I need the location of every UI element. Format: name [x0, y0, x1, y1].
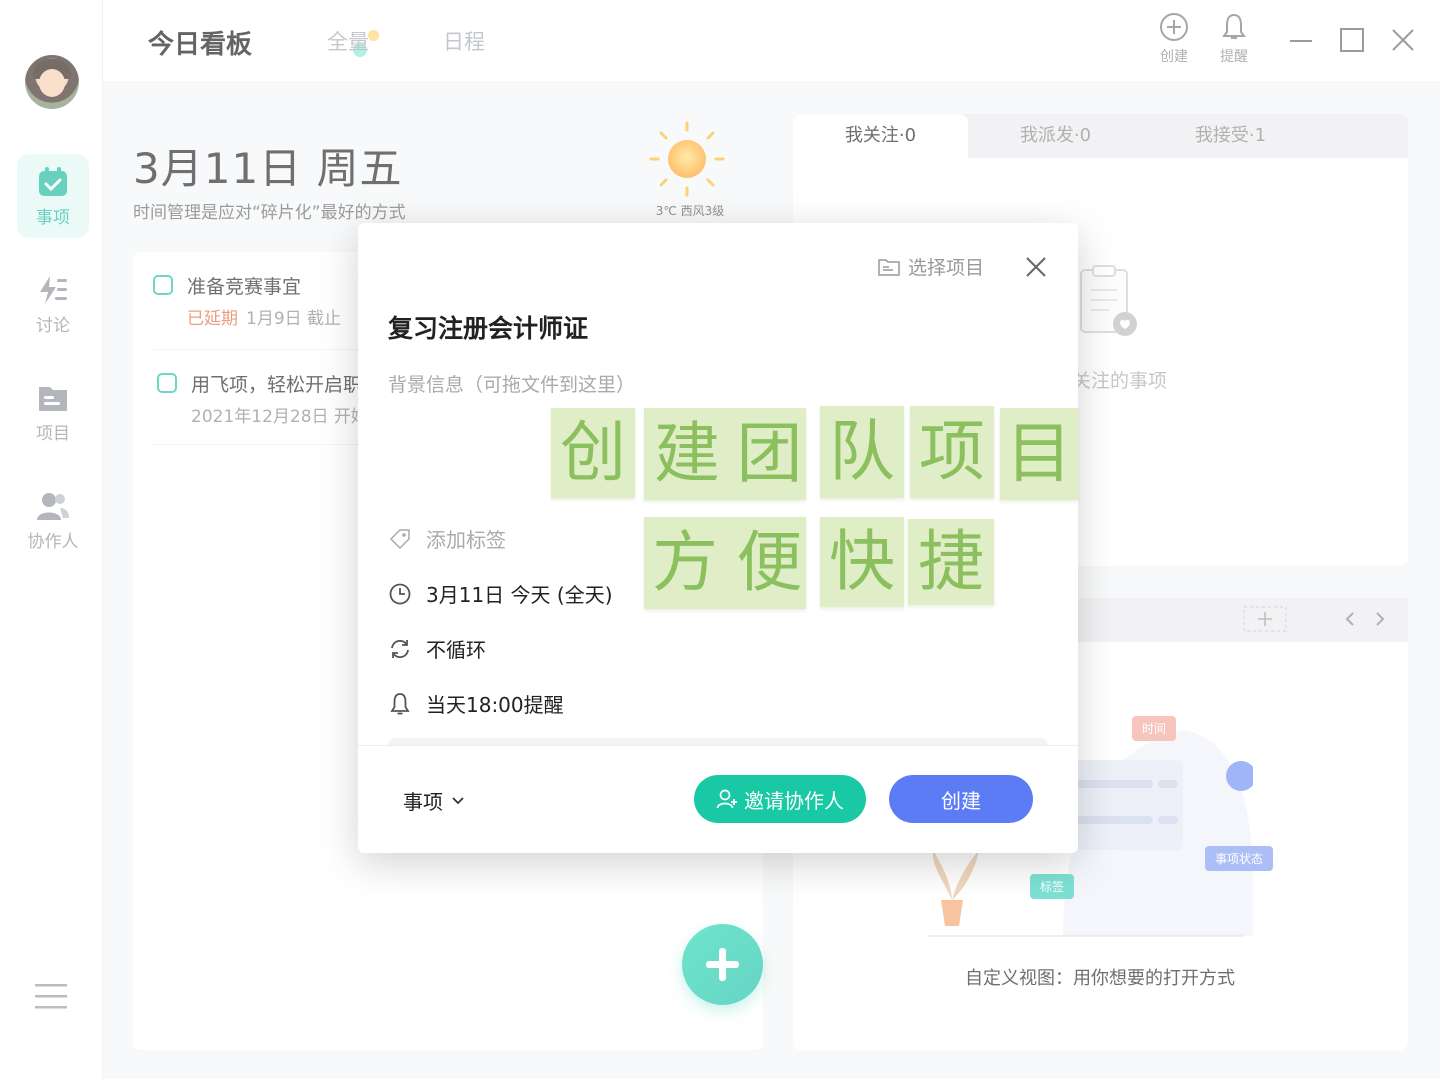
modal-divider [358, 745, 1078, 746]
repeat-label: 不循环 [426, 638, 486, 662]
folder-icon [878, 258, 900, 276]
invite-collaborator-button[interactable]: 邀请协作人 [694, 775, 866, 823]
invite-label: 邀请协作人 [744, 790, 844, 813]
select-project-button[interactable]: 选择项目 [878, 253, 984, 280]
reminder-field[interactable]: 当天18:00提醒 [388, 689, 564, 718]
add-tag-field[interactable]: 添加标签 [388, 524, 506, 553]
tag-icon [389, 528, 410, 549]
banner-char: 便 [736, 524, 803, 601]
banner-char: 目 [1000, 408, 1078, 500]
add-tag-label: 添加标签 [426, 528, 506, 552]
banner-char: 快 [820, 517, 904, 607]
reminder-label: 当天18:00提醒 [426, 693, 564, 717]
select-project-label: 选择项目 [908, 257, 985, 279]
date-label: 3月11日 今天 (全天) [426, 583, 613, 607]
create-button[interactable]: 创建 [889, 775, 1033, 823]
add-user-icon [716, 789, 737, 809]
description-input[interactable]: 背景信息（可拖文件到这里） [388, 370, 635, 397]
banner-char: 项 [910, 406, 994, 498]
banner-char: 队 [820, 406, 904, 498]
clock-icon [389, 583, 411, 604]
repeat-field[interactable]: 不循环 [388, 634, 486, 663]
banner-char: 创 [551, 408, 635, 498]
date-field[interactable]: 3月11日 今天 (全天) [388, 579, 613, 608]
close-modal-button[interactable] [1022, 253, 1050, 281]
task-title-input[interactable]: 复习注册会计师证 [388, 309, 588, 345]
chevron-down-icon [452, 796, 464, 804]
bell-icon [390, 692, 410, 714]
repeat-icon [391, 639, 409, 658]
banner-char: 捷 [908, 519, 994, 605]
item-type-select[interactable]: 事项 [403, 786, 465, 815]
banner-char: 团 [736, 415, 803, 492]
item-type-label: 事项 [403, 790, 443, 814]
